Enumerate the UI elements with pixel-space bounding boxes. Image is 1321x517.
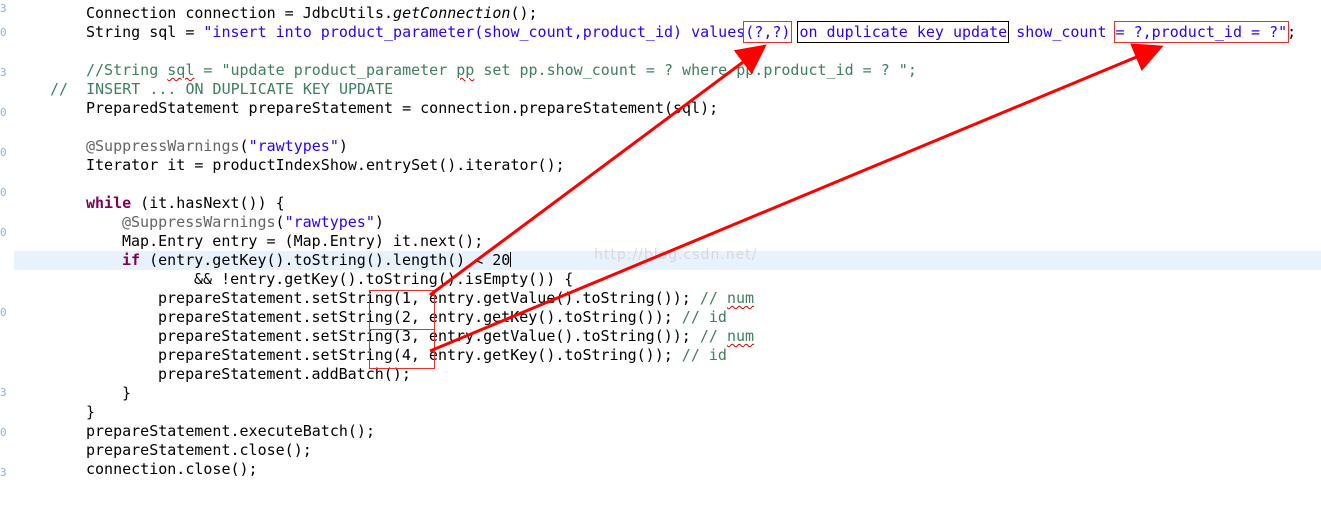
arrow-to-values-placeholders: [429, 44, 767, 297]
arrow-to-update-placeholders: [429, 43, 1164, 353]
annotation-arrows: [429, 43, 1164, 353]
code-editor[interactable]: 3 0 3 0 0 0 0 0 3 0 3 Connection connect…: [0, 0, 1321, 491]
